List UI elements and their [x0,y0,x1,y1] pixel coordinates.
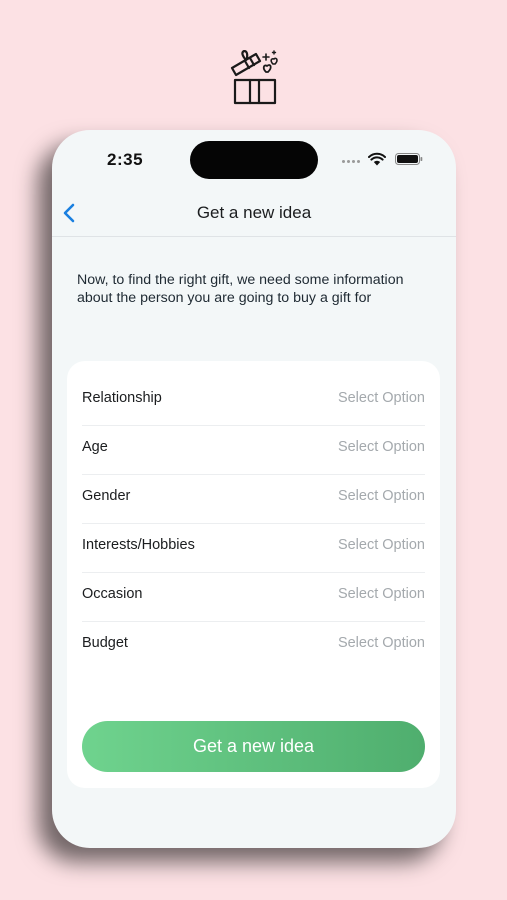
field-budget[interactable]: Budget Select Option [82,621,425,670]
navigation-bar: Get a new idea [52,190,456,237]
field-value: Select Option [337,439,425,455]
field-label: Occasion [82,586,143,602]
intro-text: Now, to find the right gift, we need som… [77,272,404,306]
signal-dots-icon [342,160,362,164]
recipient-form-card: Relationship Select Option Age Select Op… [67,361,440,788]
field-label: Interests/Hobbies [82,537,195,553]
status-bar: 2:35 [52,130,456,190]
field-age[interactable]: Age Select Option [82,425,425,475]
dynamic-island [190,141,318,179]
status-time: 2:35 [107,150,144,169]
battery-icon [395,153,423,165]
field-occasion[interactable]: Occasion Select Option [82,572,425,622]
field-label: Gender [82,488,131,504]
field-value: Select Option [337,635,425,651]
field-value: Select Option [337,537,425,553]
field-relationship[interactable]: Relationship Select Option [82,376,425,426]
field-interests-hobbies[interactable]: Interests/Hobbies Select Option [82,523,425,573]
field-label: Age [82,439,108,455]
page-title: Get a new idea [196,203,312,222]
wifi-icon [368,152,386,166]
field-gender[interactable]: Gender Select Option [82,474,425,524]
field-value: Select Option [337,586,425,602]
field-label: Budget [82,635,128,651]
field-value: Select Option [337,390,425,406]
phone-frame: 2:35 Get a new idea Now, to find the rig… [52,130,456,848]
get-new-idea-button[interactable]: Get a new idea [82,721,425,772]
field-value: Select Option [337,488,425,504]
field-label: Relationship [82,390,162,406]
gift-box-icon [230,50,278,105]
